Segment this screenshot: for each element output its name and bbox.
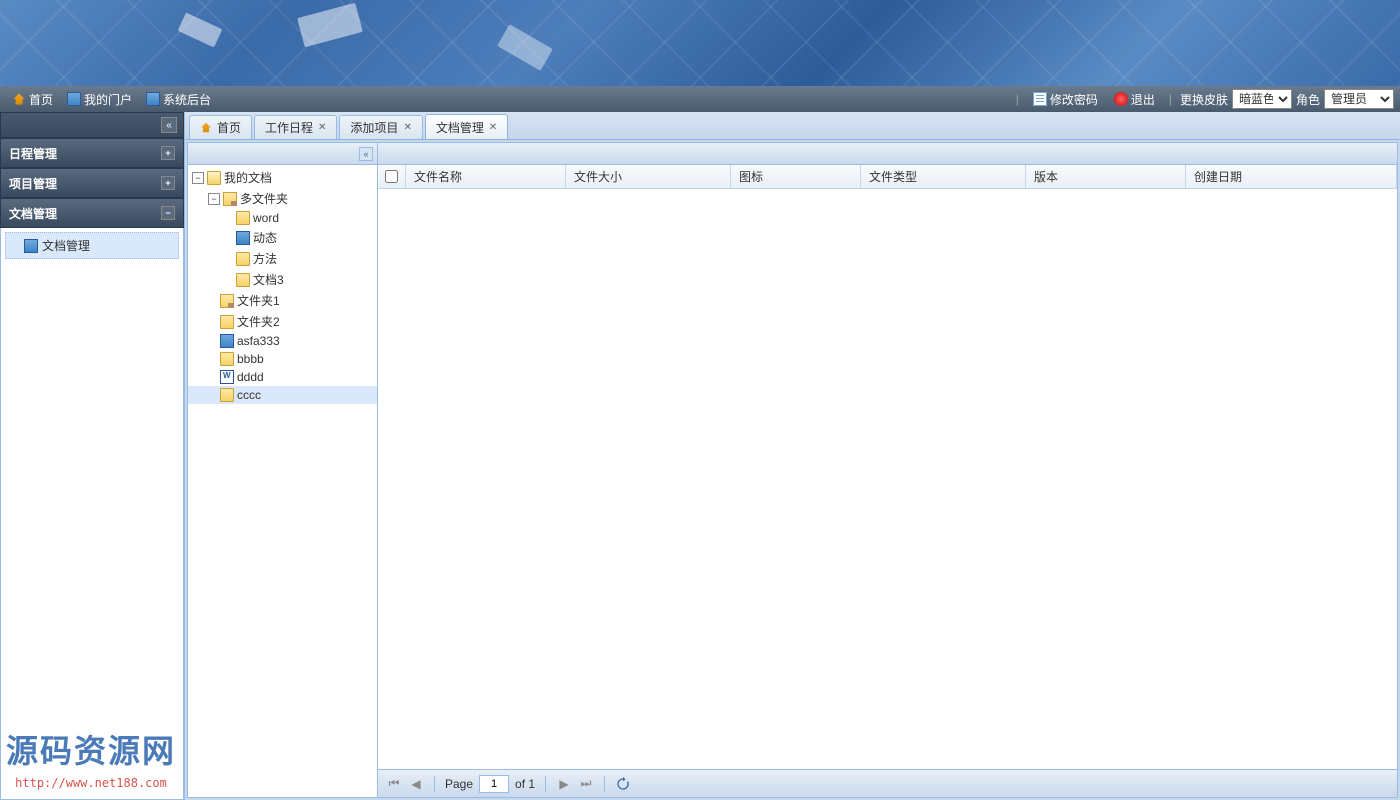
change-password-link[interactable]: 修改密码	[1027, 89, 1104, 110]
tab-strip: 首页 工作日程✕ 添加项目✕ 文档管理✕	[185, 112, 1400, 140]
admin-icon	[146, 92, 160, 106]
portal-icon	[67, 92, 81, 106]
topbar-home[interactable]: 首页	[6, 89, 59, 110]
accordion-document-body: 文档管理	[0, 228, 184, 800]
locked-folder-icon	[223, 192, 237, 206]
topbar-portal[interactable]: 我的门户	[61, 89, 138, 110]
page-prev-button[interactable]: ◀	[408, 776, 424, 792]
expand-icon: +	[161, 146, 175, 160]
folder-icon	[236, 211, 250, 225]
tree-cccc[interactable]: cccc	[188, 386, 377, 404]
skin-select[interactable]: 暗蓝色	[1232, 89, 1292, 109]
expand-icon: +	[161, 176, 175, 190]
tab-home[interactable]: 首页	[189, 115, 252, 139]
tree-word[interactable]: word	[188, 209, 377, 227]
col-created[interactable]: 创建日期	[1186, 165, 1397, 188]
tree-bbbb[interactable]: bbbb	[188, 350, 377, 368]
tab-doc-management[interactable]: 文档管理✕	[425, 114, 508, 139]
close-icon[interactable]: ✕	[318, 122, 326, 133]
collapse-toggle[interactable]: −	[208, 193, 220, 205]
folder-icon	[220, 315, 234, 329]
collapse-icon: −	[161, 206, 175, 220]
refresh-button[interactable]	[615, 776, 631, 792]
sidebar-collapse-button[interactable]: «	[161, 117, 177, 133]
col-filename[interactable]: 文件名称	[406, 165, 566, 188]
center-panel: 首页 工作日程✕ 添加项目✕ 文档管理✕ « −我的文档 −多文件夹 word …	[185, 112, 1400, 800]
folder-icon	[236, 252, 250, 266]
logout-link[interactable]: 退出	[1108, 89, 1161, 110]
collapse-toggle[interactable]: −	[192, 172, 204, 184]
refresh-icon	[616, 777, 630, 791]
file-icon	[236, 231, 250, 245]
tree-doc3[interactable]: 文档3	[188, 269, 377, 290]
select-all-checkbox[interactable]	[385, 170, 398, 183]
tree-header: «	[188, 143, 377, 165]
page-first-button[interactable]: ⏮	[386, 776, 402, 792]
tab-schedule[interactable]: 工作日程✕	[254, 115, 337, 139]
accordion-document[interactable]: 文档管理−	[0, 198, 184, 228]
folder-icon	[220, 388, 234, 402]
topbar-admin[interactable]: 系统后台	[140, 89, 217, 110]
tree-collapse-button[interactable]: «	[359, 147, 373, 161]
tree-asfa[interactable]: asfa333	[188, 332, 377, 350]
sidebar: « 日程管理+ 项目管理+ 文档管理− 文档管理	[0, 112, 185, 800]
sidebar-collapse-bar: «	[0, 112, 184, 138]
accordion-project[interactable]: 项目管理+	[0, 168, 184, 198]
page-last-button[interactable]: ⏭	[578, 776, 594, 792]
folder-open-icon	[207, 171, 221, 185]
col-version[interactable]: 版本	[1026, 165, 1186, 188]
logout-icon	[1114, 92, 1128, 106]
tree-body: −我的文档 −多文件夹 word 动态 方法 文档3 文件夹1 文件夹2 asf…	[188, 165, 377, 797]
close-icon[interactable]: ✕	[403, 122, 411, 133]
edit-icon	[1033, 92, 1047, 106]
topbar: 首页 我的门户 系统后台 | 修改密码 退出 | 更换皮肤 暗蓝色 角色 管理员	[0, 86, 1400, 112]
col-filetype[interactable]: 文件类型	[861, 165, 1026, 188]
accordion-schedule[interactable]: 日程管理+	[0, 138, 184, 168]
skin-label: 更换皮肤	[1180, 91, 1228, 108]
page-input[interactable]	[479, 775, 509, 793]
folder-icon	[236, 273, 250, 287]
grid-footer: ⏮ ◀ Page of 1 ▶ ⏭	[378, 769, 1397, 797]
grid-toolbar	[378, 143, 1397, 165]
tree-method[interactable]: 方法	[188, 248, 377, 269]
doc-icon	[24, 239, 38, 253]
folder-icon	[220, 352, 234, 366]
tree-folder2[interactable]: 文件夹2	[188, 311, 377, 332]
nav-doc-management[interactable]: 文档管理	[5, 232, 179, 259]
tree-folder1[interactable]: 文件夹1	[188, 290, 377, 311]
page-next-button[interactable]: ▶	[556, 776, 572, 792]
home-icon	[200, 122, 212, 134]
grid-panel: 文件名称 文件大小 图标 文件类型 版本 创建日期 ⏮ ◀ Page of 1	[378, 143, 1397, 797]
grid-header: 文件名称 文件大小 图标 文件类型 版本 创建日期	[378, 165, 1397, 189]
tab-add-project[interactable]: 添加项目✕	[339, 115, 422, 139]
col-checkbox[interactable]	[378, 165, 406, 188]
close-icon[interactable]: ✕	[489, 122, 497, 133]
locked-folder-icon	[220, 294, 234, 308]
tree-panel: « −我的文档 −多文件夹 word 动态 方法 文档3 文件夹1 文件夹2 a…	[188, 143, 378, 797]
page-label: Page	[445, 777, 473, 791]
role-select[interactable]: 管理员	[1324, 89, 1394, 109]
tree-multi-folder[interactable]: −多文件夹	[188, 188, 377, 209]
tree-dynamic[interactable]: 动态	[188, 227, 377, 248]
word-icon	[220, 370, 234, 384]
tree-root[interactable]: −我的文档	[188, 167, 377, 188]
col-filesize[interactable]: 文件大小	[566, 165, 731, 188]
col-icon[interactable]: 图标	[731, 165, 861, 188]
role-label: 角色	[1296, 91, 1320, 108]
page-of-label: of 1	[515, 777, 535, 791]
grid-body	[378, 189, 1397, 769]
tree-dddd[interactable]: dddd	[188, 368, 377, 386]
file-icon	[220, 334, 234, 348]
banner	[0, 0, 1400, 86]
home-icon	[12, 92, 26, 106]
